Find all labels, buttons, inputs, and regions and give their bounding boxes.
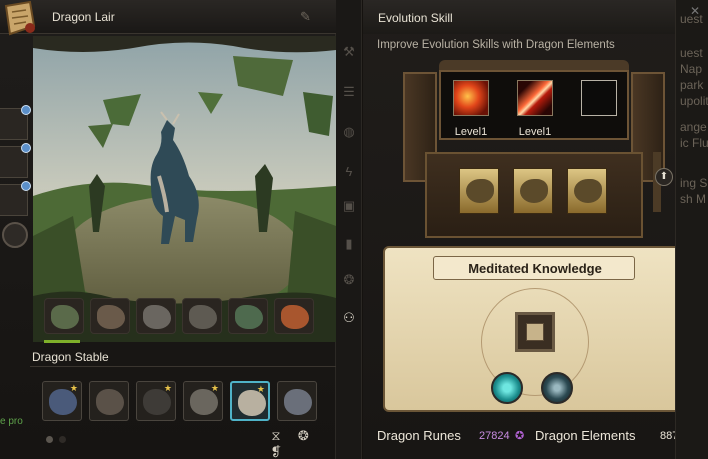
clipped-text: ing S [680,176,708,190]
clipped-text: sh M [680,192,707,206]
clipped-text: Nap [680,62,703,76]
clipped-text: e pro [0,416,23,427]
skill-slot-box: Level1 Level1 [439,70,629,140]
dragon-runes-value: 27824 [479,430,510,442]
upload-arrow-icon[interactable]: ⬆ [655,168,673,186]
selected-appearance-indicator [44,340,80,343]
appearance-slot[interactable] [136,298,176,334]
rune-icon: ✪ [515,430,525,442]
check-badge-icon [21,143,31,153]
panel-banner: Meditated Knowledge [433,256,635,280]
dragon-slot-5[interactable]: ★ [230,381,270,421]
hammer-icon[interactable]: ⚒ [341,44,357,60]
side-tab-3[interactable] [0,181,31,216]
page-dot[interactable] [59,436,66,443]
check-badge-icon [21,105,31,115]
evolution-header: Evolution Skill [363,0,708,34]
appearance-slot[interactable] [90,298,130,334]
dragon-reel [459,168,499,214]
scroll-icon[interactable]: ❡ [268,444,284,459]
dragon-reel [567,168,607,214]
dragon-reel [513,168,553,214]
clipped-text: ic Flui [680,136,708,150]
dragon-runes-label: Dragon Runes [377,428,461,443]
clipped-text: ange [680,120,707,134]
stable-title: Dragon Stable [32,350,109,364]
dragon-icon[interactable]: ❂ [341,272,357,288]
fire-skill-icon[interactable] [453,80,489,116]
check-badge-icon [21,181,31,191]
dark-element-orb-icon[interactable] [541,372,573,404]
resource-bar: Dragon Runes 27824 ✪ Dragon Elements 887… [363,420,708,450]
page-indicator [46,432,72,446]
menu-icon-strip: ⚒ ☰ ◍ ϟ ▣ ▮ ❂ ⚇ [336,0,362,459]
appearance-slot[interactable] [228,298,268,334]
star-icon: ★ [69,383,78,393]
dragon-slot-4[interactable]: ★ [183,381,223,421]
dragon-lair-logo-icon [4,0,36,36]
claw-skill-icon[interactable] [517,80,553,116]
dna-icon[interactable]: ⧖ [268,428,284,444]
appearance-slot[interactable] [44,298,84,334]
divider [30,366,336,367]
teal-element-orb-icon[interactable] [491,372,523,404]
star-icon: ★ [163,383,172,393]
page-dot-active[interactable] [46,436,53,443]
skill-level-label: Level1 [518,126,552,138]
appearance-slot[interactable] [274,298,314,334]
dragon-emblem-icon [466,179,494,203]
dragon-emblem-icon [520,179,548,203]
dragon-emblem-icon [574,179,602,203]
card-icon[interactable]: ▮ [341,236,357,252]
lair-title: Dragon Lair [52,10,115,24]
close-icon[interactable]: ✕ [690,4,708,18]
globe-icon[interactable]: ◍ [341,124,357,140]
clipped-text: park [680,78,704,92]
side-tab-2[interactable] [0,143,31,178]
background-quest-panel: uest uest Nap park upolit ange ic Flui i… [675,0,708,459]
star-icon: ★ [256,384,265,394]
appearance-slot[interactable] [182,298,222,334]
skill-cabinet: Level1 Level1 [403,60,665,250]
edit-icon[interactable]: ✎ [300,9,316,25]
evolution-skill-window: Evolution Skill Improve Evolution Skills… [363,0,708,459]
side-tab-1[interactable] [0,105,31,140]
element-socket[interactable] [515,312,555,352]
evolution-subtitle: Improve Evolution Skills with Dragon Ele… [377,39,615,51]
clipped-text: upolit [680,94,708,108]
skill-level-label: Level1 [454,126,488,138]
lair-header: Dragon Lair ✎ [0,0,336,36]
evolution-title: Evolution Skill [378,11,453,25]
dragon-elements-label: Dragon Elements [535,428,636,443]
save-icon[interactable]: ▣ [341,198,357,214]
dragon-slot-3[interactable]: ★ [136,381,176,421]
socket-inner [526,323,544,341]
dragon-slot-6[interactable] [277,381,317,421]
circle-toggle-icon[interactable] [2,222,28,248]
star-icon: ★ [210,383,219,393]
evolution-tree-icon[interactable]: ⚇ [341,310,357,326]
appearance-slot-row [44,298,326,336]
scene-illustration [33,36,336,342]
stable-actions: ⧖ ❂ ❡ [260,428,335,459]
dragon-head-icon[interactable]: ❂ [295,428,311,444]
meditated-knowledge-panel: Meditated Knowledge [383,246,681,412]
clipped-text: uest [680,46,703,60]
dragon-slot-1[interactable]: ★ [42,381,82,421]
dragon-stable-row: ★ ★ ★ ★ [42,381,320,421]
dragon-preview-scene[interactable] [33,36,336,342]
reel-frame [425,152,643,238]
dragon-slot-2[interactable] [89,381,129,421]
empty-slot-icon[interactable] [581,80,617,116]
dragon-lair-window: Dragon Lair ✎ Dragon Stable ★ ★ ★ ★ ⧖ ❂ … [0,0,336,459]
list-icon[interactable]: ☰ [341,84,357,100]
panel-title: Meditated Knowledge [468,261,602,276]
lightning-icon[interactable]: ϟ [341,164,357,180]
